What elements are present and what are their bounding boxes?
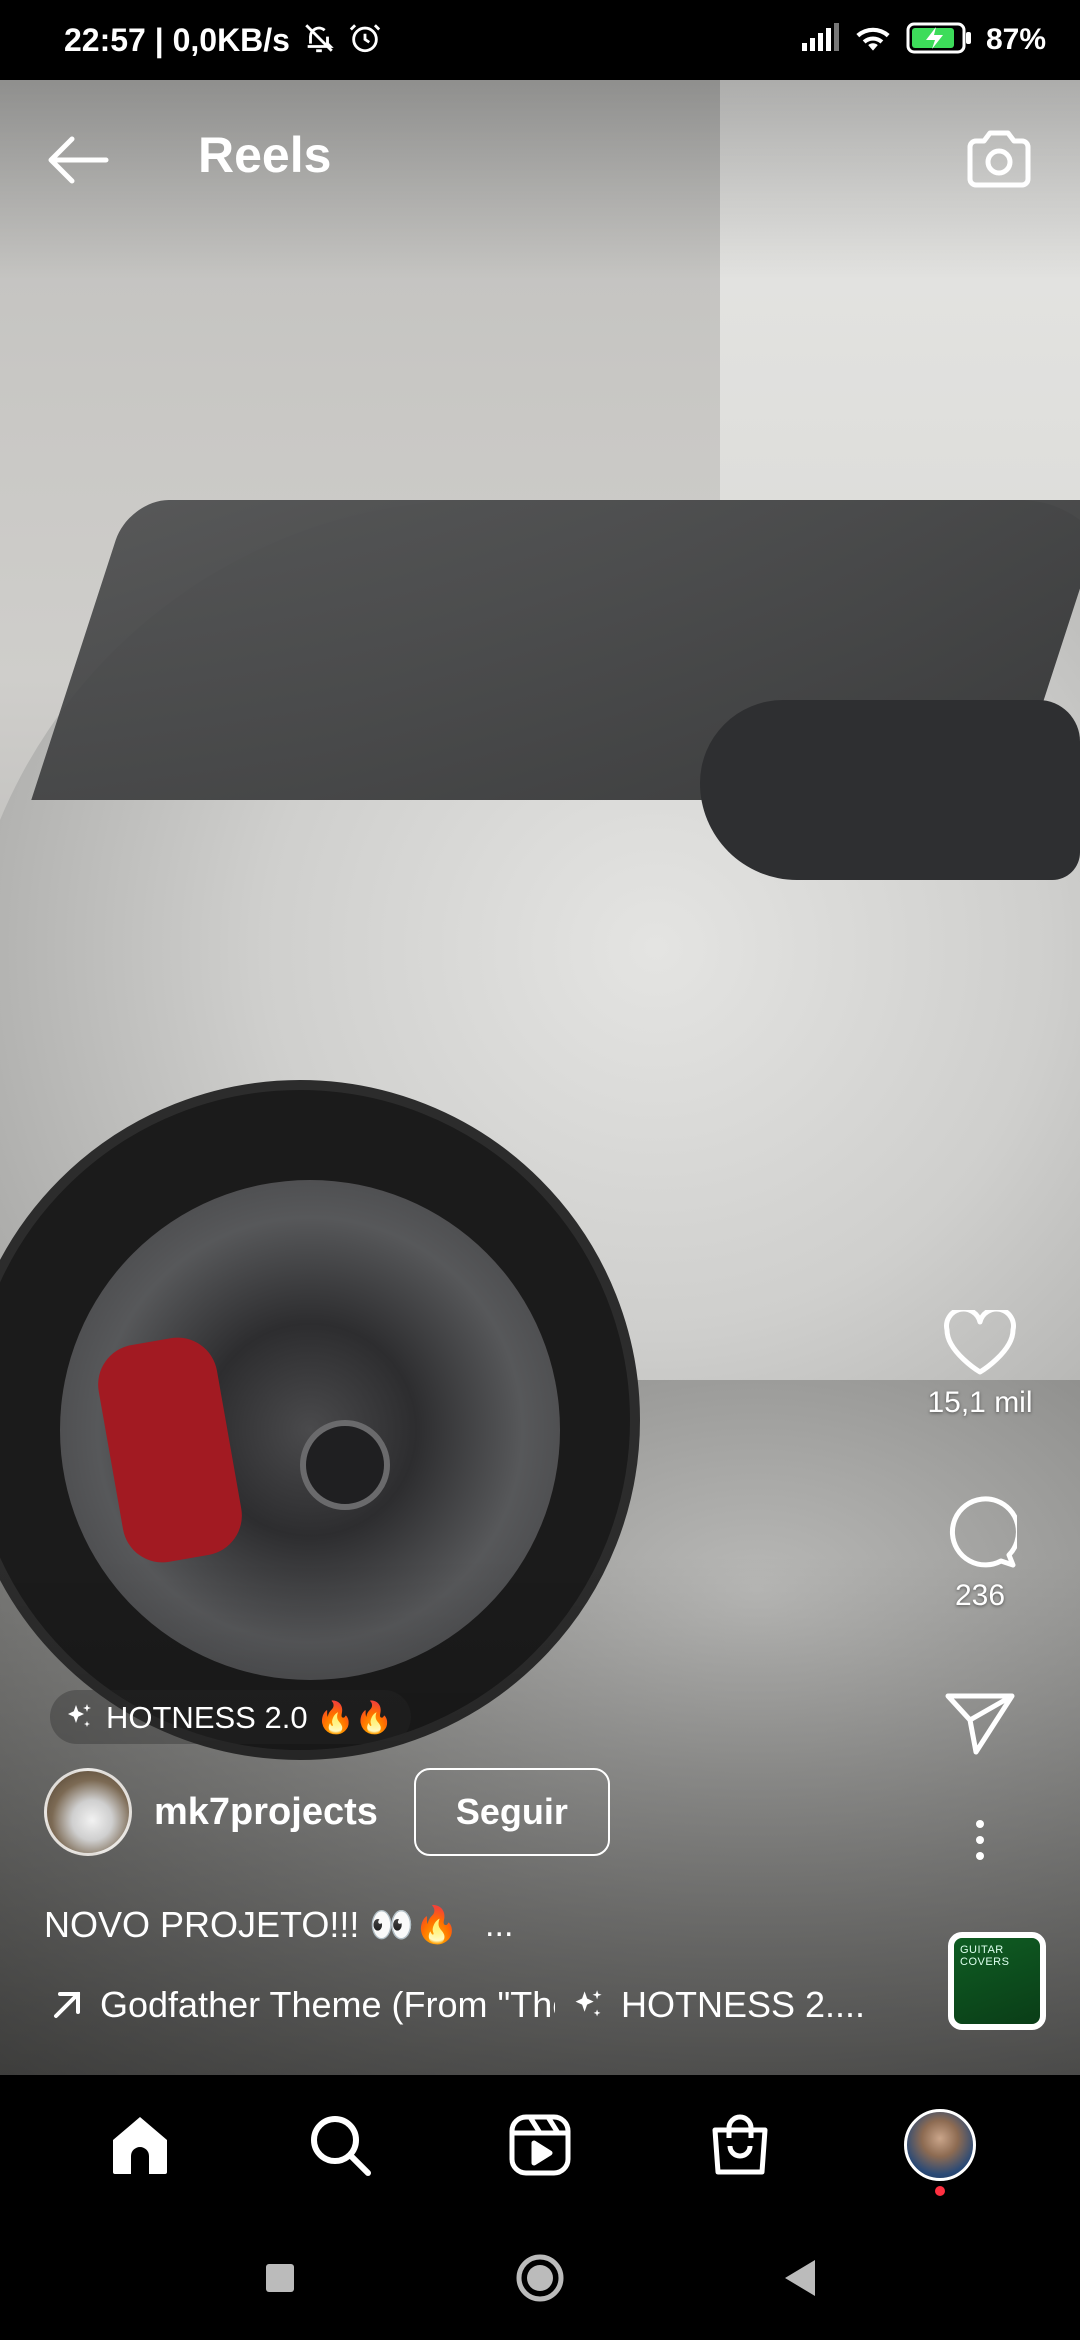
- send-icon[interactable]: [944, 1690, 1016, 1756]
- nav-profile[interactable]: [885, 2090, 995, 2200]
- signal-icon: [800, 22, 840, 58]
- arrow-up-right-icon: [54, 1992, 80, 2018]
- nav-shop[interactable]: [685, 2090, 795, 2200]
- camera-button[interactable]: [958, 118, 1040, 200]
- audio-cover-text: GUITAR COVERS: [960, 1944, 1010, 1968]
- page-title: Reels: [198, 127, 332, 183]
- notification-dot: [935, 2186, 945, 2196]
- author-row: mk7projects Seguir: [44, 1768, 610, 1856]
- nav-reels[interactable]: [485, 2090, 595, 2200]
- comment-icon[interactable]: [943, 1495, 1017, 1569]
- recents-button[interactable]: [250, 2248, 310, 2308]
- square-icon: [266, 2263, 294, 2292]
- more-vertical-icon: [976, 1820, 984, 1860]
- caption-text: NOVO PROJETO!!! 👀🔥: [44, 1904, 460, 1945]
- shop-icon: [712, 2114, 768, 2175]
- like-count: 15,1 mil: [927, 1386, 1033, 1419]
- nav-home[interactable]: [85, 2090, 195, 2200]
- back-system-button[interactable]: [770, 2248, 830, 2308]
- sparkle-icon: [575, 1990, 602, 2017]
- profile-avatar: [904, 2109, 976, 2181]
- home-system-button[interactable]: [510, 2248, 570, 2308]
- author-username[interactable]: mk7projects: [154, 1791, 378, 1834]
- status-time: 22:57 | 0,0KB/s: [64, 21, 290, 58]
- car-mirror: [700, 700, 1080, 880]
- wifi-icon: [854, 23, 892, 58]
- effect-chip[interactable]: HOTNESS 2.0 🔥🔥: [50, 1690, 412, 1744]
- audio-effect-name[interactable]: HOTNESS 2....: [621, 1984, 865, 2026]
- author-avatar[interactable]: [44, 1768, 132, 1856]
- battery-percent: 87%: [985, 23, 1046, 56]
- post-caption[interactable]: NOVO PROJETO!!! 👀🔥 ...: [44, 1904, 513, 1946]
- triangle-back-icon: [785, 2259, 815, 2296]
- circle-icon: [516, 2254, 564, 2301]
- sparkle-icon: [68, 1704, 91, 1727]
- bottom-navigation: [0, 2075, 1080, 2215]
- comment-action[interactable]: 236: [900, 1495, 1060, 1613]
- follow-button[interactable]: Seguir: [413, 1768, 610, 1856]
- back-button[interactable]: [40, 122, 116, 198]
- more-options-button[interactable]: [900, 1810, 1060, 1870]
- audio-track-name[interactable]: Godfather Theme (From "The Godfather"): [100, 1984, 555, 2026]
- reels-icon: [509, 2114, 571, 2176]
- nav-search[interactable]: [285, 2090, 395, 2200]
- home-icon: [113, 2117, 167, 2174]
- caption-more[interactable]: ...: [485, 1906, 513, 1945]
- system-navigation: [0, 2215, 1080, 2340]
- effect-label: HOTNESS 2.0 🔥🔥: [106, 1699, 394, 1735]
- battery-charging-icon: [906, 21, 972, 60]
- audio-cover-thumbnail[interactable]: GUITAR COVERS: [948, 1932, 1046, 2030]
- status-bar: 22:57 | 0,0KB/s 87%: [0, 0, 1080, 80]
- comment-count: 236: [954, 1579, 1006, 1612]
- share-action[interactable]: [900, 1690, 1060, 1756]
- wheel-hub: [300, 1420, 390, 1510]
- camera-icon: [967, 130, 1031, 188]
- audio-row[interactable]: Godfather Theme (From "The Godfather") H…: [50, 1984, 890, 2026]
- heart-icon[interactable]: [943, 1310, 1017, 1376]
- arrow-left-icon: [48, 136, 109, 184]
- alarm-icon: [348, 21, 382, 60]
- dnd-muted-icon: [302, 21, 336, 60]
- like-action[interactable]: 15,1 mil: [900, 1310, 1060, 1420]
- search-icon: [311, 2116, 371, 2176]
